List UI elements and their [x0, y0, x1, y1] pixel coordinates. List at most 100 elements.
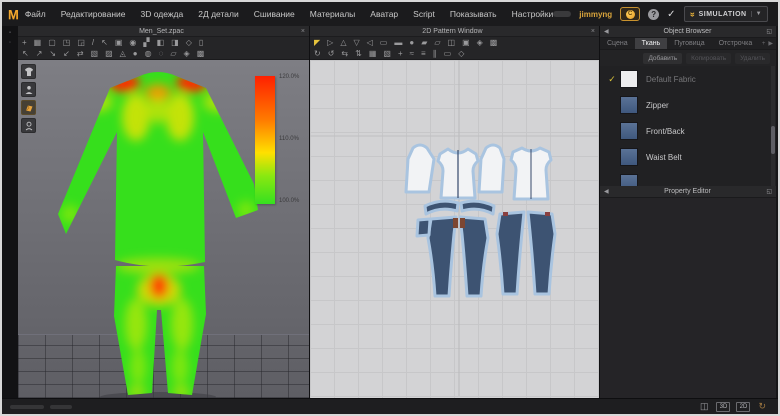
username-label[interactable]: jimmyng	[579, 10, 612, 19]
t3d1-tool-2-icon[interactable]: ▦	[34, 39, 42, 47]
tab-Отстрочка[interactable]: Отстрочка	[712, 38, 760, 49]
simulation-dropdown-icon[interactable]: ▼	[751, 11, 762, 17]
t2d2-tool-11-icon[interactable]: ▭	[444, 50, 452, 58]
show-garment-button[interactable]	[21, 64, 36, 79]
копировать-button[interactable]: Копировать	[686, 53, 731, 64]
split-view-icon[interactable]: ◫	[700, 402, 709, 411]
t3d1-tool-9-icon[interactable]: ◉	[129, 39, 136, 47]
t2d1-tool-1-icon[interactable]: ◤	[314, 39, 320, 47]
fabric-swatch[interactable]	[620, 122, 638, 140]
t3d2-tool-14-icon[interactable]: ▩	[197, 50, 205, 58]
fabric-swatch[interactable]	[620, 148, 638, 166]
t2d1-tool-12-icon[interactable]: ▣	[462, 39, 470, 47]
scrollbar-thumb[interactable]	[771, 126, 775, 154]
sync-icon[interactable]: ↻	[758, 401, 766, 412]
menu-item-2[interactable]: Редактирование	[61, 9, 126, 19]
t2d2-tool-2-icon[interactable]: ↺	[328, 50, 335, 58]
tab-Сцена[interactable]: Сцена	[600, 38, 635, 49]
menu-item-8[interactable]: Script	[413, 9, 435, 19]
t3d1-tool-4-icon[interactable]: ◳	[63, 39, 71, 47]
t3d1-tool-14-icon[interactable]: ▯	[199, 39, 203, 47]
add-tab-icon[interactable]: +	[762, 41, 766, 47]
menu-item-9[interactable]: Показывать	[450, 9, 497, 19]
t3d2-tool-8-icon[interactable]: ◬	[120, 50, 126, 58]
fabric-row-2[interactable]: Zipper	[600, 92, 776, 118]
menu-item-7[interactable]: Аватар	[370, 9, 398, 19]
t2d2-tool-4-icon[interactable]: ⇅	[355, 50, 362, 58]
t2d2-tool-6-icon[interactable]: ▧	[383, 50, 391, 58]
show-avatar-head-button[interactable]	[21, 118, 36, 133]
fabric-row-3[interactable]: Front/Back	[600, 118, 776, 144]
help-button[interactable]: ?	[648, 9, 659, 20]
strain-map-button[interactable]	[21, 100, 36, 115]
t3d1-tool-1-icon[interactable]: +	[22, 39, 27, 47]
check-icon[interactable]: ✓	[667, 9, 675, 20]
t2d1-tool-5-icon[interactable]: ◁	[367, 39, 373, 47]
viewport-2d[interactable]	[310, 60, 599, 398]
t2d1-tool-6-icon[interactable]: ▭	[380, 39, 388, 47]
t3d2-tool-5-icon[interactable]: ⇄	[77, 50, 84, 58]
3d-view-button[interactable]: 3D	[716, 402, 730, 412]
t2d1-tool-11-icon[interactable]: ◫	[448, 39, 456, 47]
t2d2-tool-9-icon[interactable]: ≡	[421, 50, 426, 58]
t2d1-tool-2-icon[interactable]: ▷	[327, 39, 333, 47]
tab-Пуговица[interactable]: Пуговица	[667, 38, 711, 49]
t3d2-tool-6-icon[interactable]: ▧	[91, 50, 99, 58]
tab-scroll-icon[interactable]: ▶	[768, 40, 773, 47]
t2d1-tool-4-icon[interactable]: ▽	[353, 39, 359, 47]
t3d2-tool-1-icon[interactable]: ↖	[22, 50, 29, 58]
t3d1-tool-6-icon[interactable]: /	[92, 39, 94, 47]
t3d2-tool-11-icon[interactable]: ◌	[159, 50, 164, 58]
fabric-row-4[interactable]: Waist Belt	[600, 144, 776, 170]
menu-item-5[interactable]: Сшивание	[254, 9, 295, 19]
t3d1-tool-11-icon[interactable]: ◧	[157, 39, 165, 47]
fabric-swatch[interactable]	[620, 174, 638, 186]
t2d2-tool-8-icon[interactable]: ≈	[410, 50, 414, 58]
t3d2-tool-7-icon[interactable]: ▨	[105, 50, 113, 58]
garment-strain-map[interactable]	[58, 62, 258, 398]
fabric-row-5[interactable]	[600, 170, 776, 186]
t2d1-tool-8-icon[interactable]: ●	[409, 39, 414, 47]
t3d2-tool-9-icon[interactable]: ●	[133, 50, 138, 58]
t2d2-tool-3-icon[interactable]: ⇆	[341, 50, 348, 58]
t3d1-tool-7-icon[interactable]: ↖	[101, 39, 108, 47]
expand-panel-icon[interactable]: ◱	[766, 188, 772, 195]
t3d2-tool-13-icon[interactable]: ◈	[184, 50, 190, 58]
t3d2-tool-4-icon[interactable]: ↙	[63, 50, 70, 58]
coin-balance-button[interactable]: C	[620, 7, 640, 21]
t2d1-tool-10-icon[interactable]: ▱	[434, 39, 440, 47]
pattern-pieces[interactable]	[310, 60, 599, 396]
show-avatar-button[interactable]	[21, 82, 36, 97]
t3d1-tool-8-icon[interactable]: ▣	[115, 39, 123, 47]
t2d1-tool-7-icon[interactable]: ▬	[394, 39, 402, 47]
t2d2-tool-10-icon[interactable]: ∥	[433, 50, 437, 58]
expand-panel-icon[interactable]: ◱	[766, 28, 772, 35]
t2d2-tool-1-icon[interactable]: ↻	[314, 50, 321, 58]
fabric-swatch[interactable]	[620, 70, 638, 88]
t3d1-tool-10-icon[interactable]: ▞	[143, 39, 149, 47]
menu-item-10[interactable]: Настройки	[512, 9, 554, 19]
viewport-3d[interactable]: 120.0%110.0%100.0%	[18, 60, 309, 398]
t3d2-tool-2-icon[interactable]: ↗	[36, 50, 43, 58]
viewport-3d-close-icon[interactable]: ×	[301, 28, 305, 35]
dock-icon[interactable]: ▫	[9, 40, 11, 46]
t2d1-tool-13-icon[interactable]: ◈	[477, 39, 483, 47]
t2d2-tool-12-icon[interactable]: ◇	[458, 50, 464, 58]
t2d1-tool-9-icon[interactable]: ▰	[421, 39, 427, 47]
tab-Ткань[interactable]: Ткань	[635, 38, 668, 49]
fabric-row-1[interactable]: ✓Default Fabric	[600, 66, 776, 92]
dock-icon[interactable]: ▪	[9, 30, 11, 36]
добавить-button[interactable]: Добавить	[643, 53, 682, 64]
t3d2-tool-12-icon[interactable]: ▱	[170, 50, 176, 58]
t3d1-tool-12-icon[interactable]: ◨	[171, 39, 179, 47]
t3d1-tool-13-icon[interactable]: ◇	[186, 39, 192, 47]
menu-item-1[interactable]: Файл	[25, 9, 46, 19]
t2d2-tool-7-icon[interactable]: +	[398, 50, 403, 58]
app-logo-icon[interactable]: M	[8, 7, 19, 22]
t2d2-tool-5-icon[interactable]: ▦	[369, 50, 377, 58]
menu-item-3[interactable]: 3D одежда	[141, 9, 184, 19]
удалить-button[interactable]: Удалить	[735, 53, 770, 64]
menu-item-6[interactable]: Материалы	[310, 9, 356, 19]
t2d1-tool-3-icon[interactable]: △	[340, 39, 346, 47]
t3d2-tool-10-icon[interactable]: ◍	[145, 50, 152, 58]
